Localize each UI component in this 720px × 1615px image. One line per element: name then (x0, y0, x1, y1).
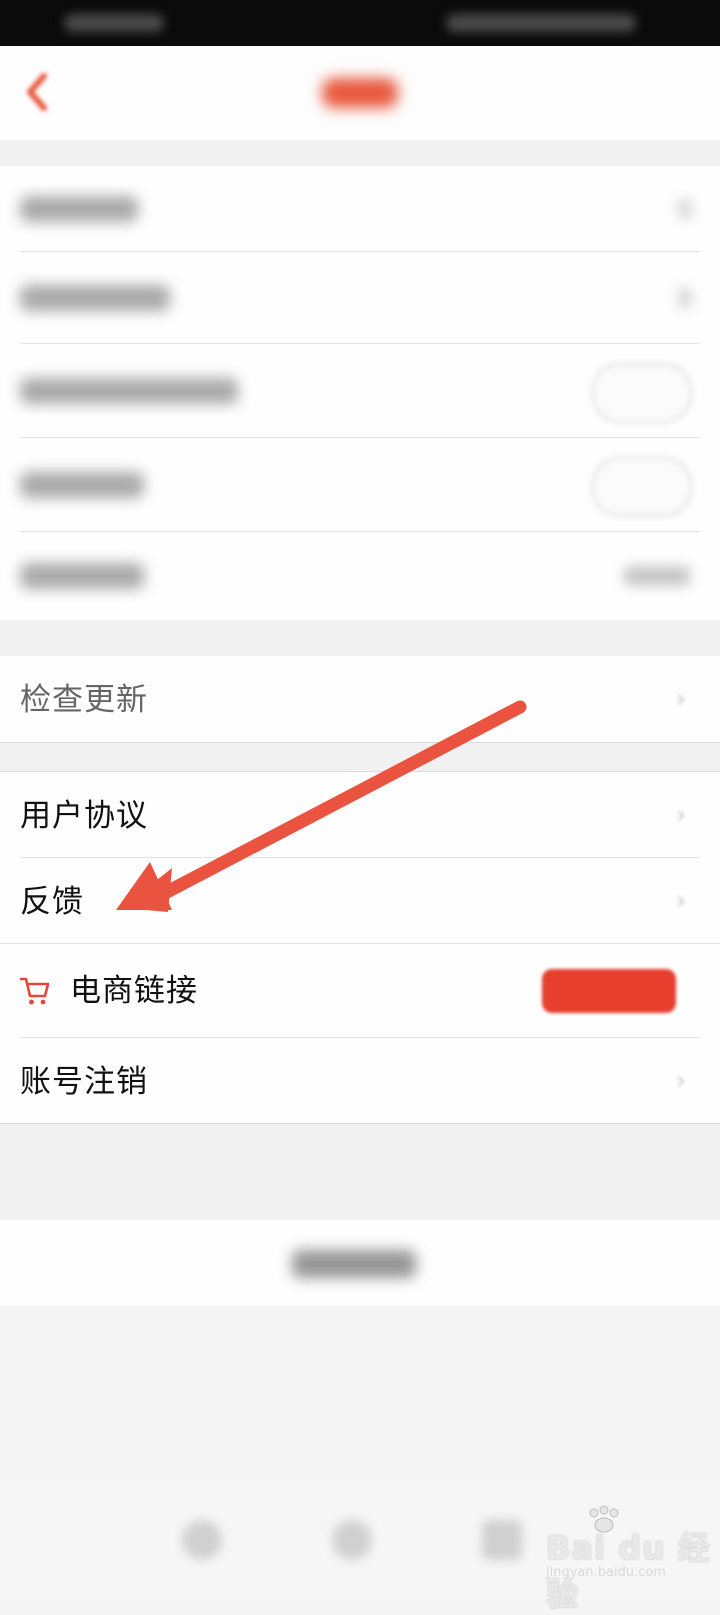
chevron-right-icon: › (675, 886, 686, 916)
settings-row-version (0, 532, 720, 620)
status-bar (0, 0, 720, 46)
settings-row-blurred-1[interactable] (0, 166, 720, 252)
section-gap (0, 1124, 720, 1220)
settings-row-blurred-2[interactable] (0, 252, 720, 344)
back-arrow-icon[interactable] (14, 66, 66, 118)
baidu-jingyan-watermark: Bai du 经验 jingyan.baidu.com (540, 1505, 720, 1613)
row-label-blur (20, 563, 144, 589)
settings-group-main: 用户协议 › 反馈 › 电商链接 账号注销 › (0, 772, 720, 1124)
row-label-blur (20, 472, 144, 498)
chevron-right-icon: › (675, 684, 686, 714)
ecommerce-action-button[interactable] (542, 969, 676, 1013)
check-update-label: 检查更新 (20, 682, 148, 718)
settings-row-toggle-1 (0, 344, 720, 438)
nav-back-icon[interactable] (182, 1520, 222, 1560)
status-carrier-blur (64, 14, 164, 32)
account-cancel-label: 账号注销 (20, 1064, 148, 1100)
feedback-row[interactable]: 反馈 › (0, 858, 720, 944)
watermark-url: jingyan.baidu.com (546, 1565, 666, 1580)
logout-button[interactable] (0, 1220, 720, 1306)
logout-group (0, 1220, 720, 1306)
top-app-bar (0, 46, 720, 140)
page-title-blur (322, 78, 398, 108)
row-label-blur (20, 285, 170, 311)
ecommerce-link-row[interactable]: 电商链接 (0, 944, 720, 1038)
row-label-blur (20, 378, 238, 404)
check-update-row[interactable]: 检查更新 › (0, 656, 720, 742)
toggle-switch[interactable] (592, 457, 692, 517)
shopping-cart-icon (19, 977, 50, 1005)
chevron-right-icon: › (675, 800, 686, 830)
nav-home-icon[interactable] (332, 1520, 372, 1560)
settings-group-blurred (0, 166, 720, 620)
user-agreement-row[interactable]: 用户协议 › (0, 772, 720, 858)
chevron-right-icon (678, 288, 692, 308)
section-gap (0, 742, 720, 772)
user-agreement-label: 用户协议 (20, 798, 148, 834)
settings-row-toggle-2 (0, 438, 720, 532)
chevron-right-icon (678, 199, 692, 219)
row-label-blur (20, 196, 138, 222)
account-cancel-row[interactable]: 账号注销 › (0, 1038, 720, 1124)
logout-label-blur (292, 1250, 416, 1278)
settings-group-update: 检查更新 › (0, 656, 720, 742)
chevron-right-icon: › (675, 1066, 686, 1096)
section-gap (0, 620, 720, 656)
feedback-label: 反馈 (20, 884, 84, 920)
version-value-blur (624, 566, 690, 586)
status-icons-blur (446, 14, 636, 32)
toggle-switch[interactable] (592, 363, 692, 423)
section-gap (0, 140, 720, 166)
nav-recents-icon[interactable] (482, 1520, 522, 1560)
ecommerce-link-label: 电商链接 (70, 973, 198, 1009)
